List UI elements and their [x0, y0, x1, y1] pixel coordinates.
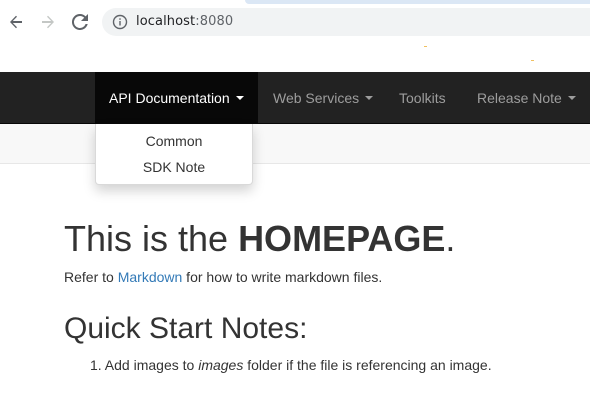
- title-prefix: This is the: [64, 218, 239, 259]
- page-title: This is the HOMEPAGE.: [64, 217, 455, 261]
- api-documentation-dropdown: Common SDK Note: [95, 124, 253, 185]
- nav-toolkits[interactable]: Toolkits: [399, 72, 446, 124]
- list-item: 1. Add images to images folder if the fi…: [90, 357, 492, 373]
- list-number: 1.: [90, 357, 102, 373]
- url-text[interactable]: localhost:8080: [136, 14, 233, 29]
- browser-toolbar: localhost:8080: [0, 0, 590, 72]
- decor-speck: [531, 60, 534, 61]
- forward-button[interactable]: [36, 10, 60, 34]
- nav-api-documentation[interactable]: API Documentation: [95, 72, 258, 124]
- info-icon[interactable]: [112, 14, 128, 30]
- back-arrow-icon: [10, 15, 22, 29]
- url-host: localhost: [136, 14, 196, 29]
- intro-text-after: for how to write markdown files.: [182, 269, 383, 285]
- title-strong: HOMEPAGE: [238, 218, 446, 259]
- dropdown-item-sdk-note[interactable]: SDK Note: [96, 159, 252, 175]
- address-bar[interactable]: localhost:8080: [102, 8, 590, 36]
- reload-icon: [72, 14, 88, 30]
- intro-text-before: Refer to: [64, 269, 118, 285]
- caret-down-icon: [567, 96, 576, 100]
- list-text-after: folder if the file is referencing an ima…: [243, 357, 492, 373]
- caret-down-icon: [235, 96, 244, 100]
- main-navbar: API Documentation Web Services Toolkits …: [0, 72, 590, 124]
- markdown-link[interactable]: Markdown: [118, 269, 183, 285]
- intro-paragraph: Refer to Markdown for how to write markd…: [64, 269, 382, 285]
- nav-item-label: Toolkits: [399, 90, 446, 106]
- forward-arrow-icon: [42, 15, 54, 29]
- nav-web-services[interactable]: Web Services: [273, 72, 374, 124]
- url-port: :8080: [195, 14, 234, 29]
- nav-item-label: Release Note: [477, 90, 562, 106]
- secondary-bar: [0, 124, 590, 164]
- list-emphasis: images: [198, 357, 244, 373]
- back-button[interactable]: [4, 10, 28, 34]
- dropdown-item-common[interactable]: Common: [96, 133, 252, 149]
- quick-start-heading: Quick Start Notes:: [64, 312, 308, 345]
- reload-button[interactable]: [68, 10, 92, 34]
- nav-release-note[interactable]: Release Note: [477, 72, 576, 124]
- list-text-before: Add images to: [101, 357, 199, 373]
- decor-speck: [424, 46, 427, 47]
- nav-item-label: API Documentation: [109, 90, 230, 106]
- tab-strip: [245, 0, 590, 4]
- nav-item-label: Web Services: [273, 90, 360, 106]
- title-suffix: .: [445, 218, 456, 259]
- caret-down-icon: [365, 96, 374, 100]
